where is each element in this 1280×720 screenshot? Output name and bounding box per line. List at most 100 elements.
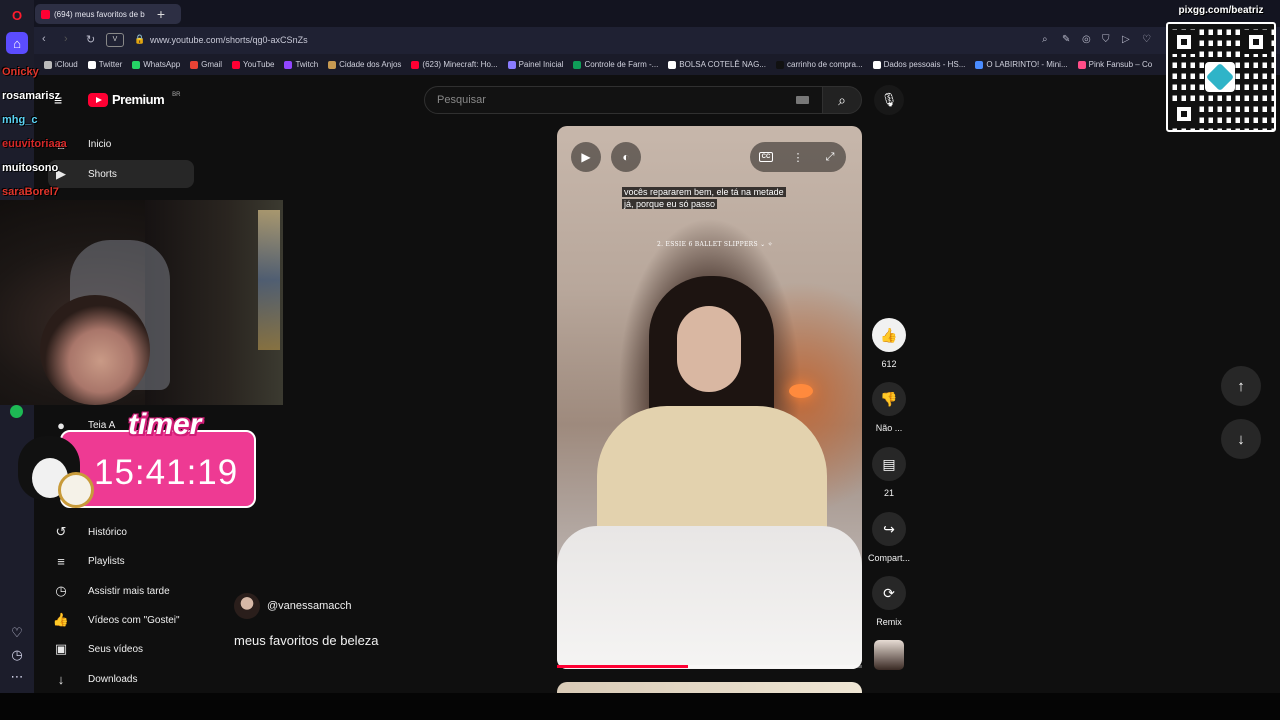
subtitle-line: vocês repararem bem, ele tá na metade — [622, 187, 786, 197]
search-input[interactable]: Pesquisar — [424, 86, 824, 114]
bookmark[interactable]: Cidade dos Anjos — [328, 60, 401, 69]
webcam-poster — [258, 210, 280, 350]
address-bar[interactable]: www.youtube.com/shorts/qg0-axCSnZs — [150, 35, 308, 45]
keyboard-icon[interactable] — [796, 96, 809, 104]
opera-logo-icon[interactable]: O — [6, 4, 28, 26]
stream-chat: Onicky rosamarisz mhg_c euuvitoriaaa mui… — [2, 60, 92, 204]
chat-username: saraBorel7 — [2, 186, 59, 198]
bookmark[interactable]: WhatsApp — [132, 60, 180, 69]
sidebar-item-history[interactable]: ↺ Histórico — [48, 518, 218, 546]
bookmark[interactable]: O LABIRINTO! - Mini... — [975, 60, 1068, 69]
sidebar-item-label: Vídeos com "Gostei" — [88, 614, 180, 626]
fullscreen-button[interactable]: ⤢ — [814, 142, 846, 172]
chat-username: mhg_c — [2, 114, 38, 126]
bookmark[interactable]: Twitch — [284, 60, 318, 69]
qr-finder — [1244, 30, 1268, 54]
bookmark-label: O LABIRINTO! - Mini... — [986, 60, 1068, 69]
timer-title: timer — [128, 408, 202, 441]
lock-icon[interactable]: 🔒 — [134, 34, 145, 45]
volume-button[interactable]: ◐ — [611, 142, 641, 172]
bookmark-label: (623) Minecraft: Ho... — [422, 60, 498, 69]
remix-action[interactable]: ⟳ Remix — [866, 576, 912, 627]
bookmark-heart-icon[interactable]: ♡ — [1142, 34, 1151, 45]
comment-count: 21 — [883, 488, 894, 498]
tab-bar: (694) meus favoritos de b + — [34, 0, 1280, 27]
sidebar-item-downloads[interactable]: ↓ Downloads — [48, 665, 218, 693]
bookmark-label: Painel Inicial — [518, 60, 564, 69]
shield-icon[interactable]: ⛉ — [1102, 34, 1110, 45]
bookmark-label: Controle de Farm -... — [584, 60, 659, 69]
video-progress-fill — [557, 665, 689, 668]
heart-icon[interactable]: ♡ — [6, 622, 28, 644]
bookmark-icon — [132, 60, 141, 69]
fullscreen-icon: ⤢ — [825, 150, 835, 163]
play-button[interactable]: ▶ — [571, 142, 601, 172]
share-label: Compart... — [867, 553, 910, 563]
qr-logo-icon — [1205, 62, 1235, 92]
chat-username: euuvitoriaaa — [2, 138, 67, 150]
next-short-button[interactable]: ↓ — [1221, 419, 1261, 459]
channel-name[interactable]: @vanessamacch — [267, 600, 352, 612]
more-options-button[interactable]: ⋮ — [782, 142, 814, 172]
bookmark[interactable]: Dados pessoais - HS... — [872, 60, 965, 69]
share-action[interactable]: ↪ Compart... — [866, 512, 912, 563]
captions-button[interactable]: CC — [750, 142, 782, 172]
sidebar-item-watch-later[interactable]: ◷ Assistir mais tarde — [48, 577, 218, 605]
home-icon[interactable]: ⌂ — [6, 32, 28, 54]
sidebar-item-label: Downloads — [88, 673, 138, 685]
bookmark[interactable]: Controle de Farm -... — [573, 60, 658, 69]
forward-icon[interactable]: › — [64, 33, 68, 45]
sidebar-item-your-videos[interactable]: ▣ Seus vídeos — [48, 635, 218, 663]
bookmark-label: Twitter — [98, 60, 123, 69]
comment-icon[interactable]: ▤ — [872, 447, 906, 481]
remix-icon[interactable]: ⟳ — [872, 576, 906, 610]
sidebar-item-playlists[interactable]: ≡ Playlists — [48, 547, 218, 575]
previous-short-button[interactable]: ↑ — [1221, 366, 1261, 406]
bookmark-icon — [872, 60, 881, 69]
next-short-preview[interactable] — [557, 682, 862, 693]
reload-icon[interactable]: ↻ — [86, 33, 95, 46]
bookmark[interactable]: Twitter — [87, 60, 123, 69]
like-icon[interactable]: 👍 — [872, 318, 906, 352]
youtube-logo[interactable]: Premium BR — [88, 92, 180, 107]
camera-icon[interactable]: ◎ — [1082, 34, 1091, 45]
history-icon[interactable]: ◷ — [6, 644, 28, 666]
bookmark-label: Twitch — [295, 60, 319, 69]
new-tab-button[interactable]: + — [151, 4, 171, 24]
vpn-badge[interactable]: V — [106, 33, 124, 47]
video-progress-bar[interactable] — [557, 665, 862, 668]
bookmark[interactable]: Painel Inicial — [507, 60, 564, 69]
bookmark[interactable]: BOLSA COTELÊ NAG... — [668, 60, 766, 69]
bookmark-icon — [284, 60, 293, 69]
dislike-action[interactable]: 👎 Não ... — [866, 382, 912, 433]
play-icon[interactable]: ▷ — [1122, 34, 1130, 45]
bookmark[interactable]: carrinho de compra... — [776, 60, 863, 69]
clock-icon: ◷ — [55, 583, 67, 598]
arrow-up-icon: ↑ — [1237, 377, 1245, 395]
sound-avatar[interactable] — [874, 640, 904, 670]
more-icon[interactable]: ⋯ — [6, 666, 28, 688]
share-icon[interactable]: ↪ — [872, 512, 906, 546]
remix-label: Remix — [876, 617, 902, 627]
webcam-overlay — [0, 200, 283, 405]
channel-avatar[interactable] — [234, 593, 260, 619]
bookmark[interactable]: (623) Minecraft: Ho... — [411, 60, 498, 69]
dislike-icon[interactable]: 👎 — [872, 382, 906, 416]
like-action[interactable]: 👍 612 — [866, 318, 912, 369]
mic-button[interactable]: 🎙 — [874, 85, 904, 115]
sidebar-item-liked[interactable]: 👍 Vídeos com "Gostei" — [48, 606, 218, 634]
bookmark[interactable]: Pink Fansub – Co — [1077, 60, 1152, 69]
search-icon[interactable]: ⌕ — [1042, 34, 1048, 45]
comments-action[interactable]: ▤ 21 — [866, 447, 912, 498]
pixgg-diamond-icon — [1205, 62, 1235, 92]
back-icon[interactable]: ‹ — [42, 33, 46, 45]
video-subtitle: vocês repararem bem, ele tá na metade já… — [622, 186, 812, 210]
bookmark[interactable]: Gmail — [190, 60, 222, 69]
captions-icon: CC — [758, 152, 774, 162]
search-button[interactable]: ⌕ — [822, 86, 862, 114]
bookmark[interactable]: YouTube — [232, 60, 274, 69]
short-video-player[interactable]: ▶ ◐ CC ⋮ ⤢ vocês repararem bem, ele tá n… — [557, 126, 862, 669]
edit-icon[interactable]: ✎ — [1062, 34, 1070, 45]
bookmark-icon — [668, 60, 677, 69]
video-overlay-text: 2. ESSIE 6 BALLET SLIPPERS ⌄ ✧ — [657, 241, 773, 248]
